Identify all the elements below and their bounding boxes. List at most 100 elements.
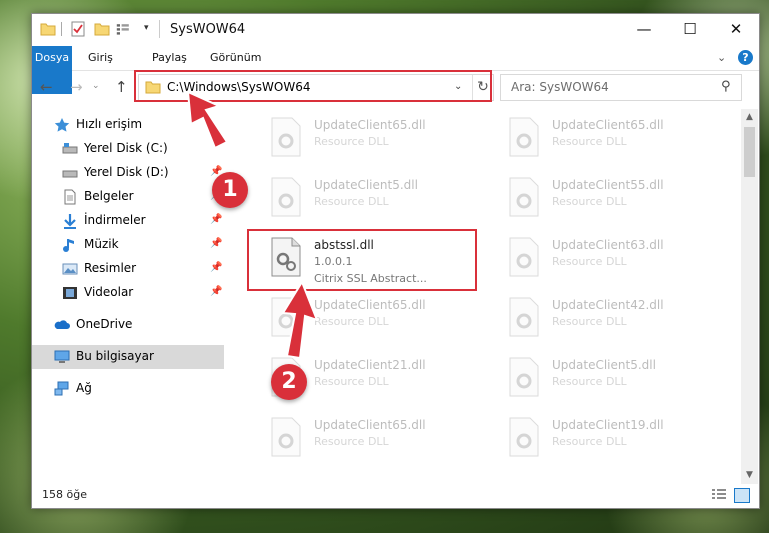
sidebar-item-label: Ağ [76,381,92,395]
minimize-button[interactable]: — [621,14,667,44]
tab-home[interactable]: Giriş [78,46,123,70]
properties-check-icon[interactable] [70,21,86,37]
sidebar-item-local-disk-d[interactable]: Yerel Disk (D:) 📌 [32,161,224,185]
sidebar-item-this-pc[interactable]: Bu bilgisayar [32,345,224,369]
file-description: Resource DLL [314,435,389,448]
large-icons-view-icon[interactable] [734,488,750,503]
search-box[interactable]: Ara: SysWOW64 ⚲ [500,74,742,101]
quick-access-dropdown-icon[interactable]: ▾ [144,23,149,33]
list-item[interactable]: UpdateClient5.dll Resource DLL [248,173,468,221]
dll-file-icon [509,417,539,457]
file-description: Resource DLL [314,135,389,148]
scroll-up-icon[interactable]: ▲ [741,109,758,126]
search-input[interactable]: Ara: SysWOW64 [511,80,609,94]
list-item[interactable]: UpdateClient55.dll Resource DLL [486,173,706,221]
file-description: Resource DLL [552,195,627,208]
dll-file-icon [271,117,301,157]
tab-share[interactable]: Paylaş [142,46,197,70]
sidebar-item-downloads[interactable]: İndirmeler 📌 [32,209,224,233]
file-name: UpdateClient65.dll [552,118,664,132]
sidebar-item-label: Bu bilgisayar [76,349,154,363]
details-view-icon[interactable] [712,489,726,501]
sidebar-item-label: Yerel Disk (C:) [84,141,168,155]
list-item[interactable]: UpdateClient42.dll Resource DLL [486,293,706,341]
videos-icon [63,287,77,299]
forward-arrow-icon[interactable]: → [70,78,83,96]
file-description: Resource DLL [552,315,627,328]
sidebar-item-label: İndirmeler [84,213,146,227]
pin-icon[interactable]: 📌 [210,214,222,225]
close-button[interactable]: ✕ [713,14,759,44]
sidebar-item-label: OneDrive [76,317,133,331]
download-icon [64,214,76,229]
new-folder-icon[interactable] [94,21,110,37]
sidebar-item-pictures[interactable]: Resimler 📌 [32,257,224,281]
dll-file-icon [509,357,539,397]
dll-file-icon [271,417,301,457]
scroll-thumb[interactable] [744,127,755,177]
music-icon [63,239,74,252]
folder-icon[interactable] [40,21,56,37]
file-name: UpdateClient21.dll [314,358,426,372]
sidebar-item-label: Müzik [84,237,119,251]
list-item[interactable]: UpdateClient65.dll Resource DLL [248,293,468,341]
star-icon [54,118,70,132]
list-item[interactable]: UpdateClient65.dll Resource DLL [248,113,468,161]
file-name: UpdateClient42.dll [552,298,664,312]
file-description: Resource DLL [552,135,627,148]
tab-view[interactable]: Görünüm [200,46,271,70]
address-bar-highlight [134,70,492,102]
sidebar-item-label: Hızlı erişim [76,117,143,131]
sidebar-item-label: Resimler [84,261,137,275]
toolbar-separator [61,22,62,36]
dll-file-icon [271,297,301,337]
documents-icon [64,189,76,205]
sidebar-item-label: Belgeler [84,189,134,203]
ribbon-tabs: Dosya Giriş Paylaş Görünüm ⌄ ? [32,46,759,94]
sidebar-item-label: Yerel Disk (D:) [84,165,169,179]
sidebar-item-documents[interactable]: Belgeler 📌 [32,185,224,209]
list-item[interactable]: UpdateClient5.dll Resource DLL [486,353,706,401]
sidebar-item-local-disk-c[interactable]: Yerel Disk (C:) [32,137,224,161]
navigation-pane: Hızlı erişim Yerel Disk (C:) Yerel Disk … [32,109,226,484]
list-item[interactable]: UpdateClient19.dll Resource DLL [486,413,706,461]
file-name: UpdateClient65.dll [314,298,426,312]
network-icon [54,381,69,396]
pin-icon[interactable]: 📌 [210,286,222,297]
step-1-badge: 1 [212,172,248,208]
item-count: 158 öğe [42,488,87,501]
file-name: UpdateClient5.dll [552,358,656,372]
pin-icon[interactable]: 📌 [210,238,222,249]
pictures-icon [62,263,78,275]
back-arrow-icon[interactable]: ← [40,78,53,96]
onedrive-icon [54,320,70,329]
pin-icon[interactable]: 📌 [210,262,222,273]
file-name: UpdateClient5.dll [314,178,418,192]
search-icon[interactable]: ⚲ [721,79,731,94]
sidebar-item-network[interactable]: Ağ [32,377,224,401]
window-title: SysWOW64 [170,22,246,37]
sidebar-item-music[interactable]: Müzik 📌 [32,233,224,257]
up-arrow-icon[interactable]: ↑ [115,78,128,96]
title-separator [159,20,160,38]
list-item[interactable]: UpdateClient65.dll Resource DLL [248,413,468,461]
sidebar-item-videos[interactable]: Videolar 📌 [32,281,224,305]
sidebar-item-onedrive[interactable]: OneDrive [32,313,224,337]
maximize-button[interactable]: ☐ [667,14,713,44]
vertical-scrollbar[interactable]: ▲ ▼ [741,109,758,484]
recent-locations-icon[interactable]: ⌄ [92,81,100,91]
list-item[interactable]: UpdateClient63.dll Resource DLL [486,233,706,281]
scroll-down-icon[interactable]: ▼ [741,467,758,484]
dll-file-icon [509,297,539,337]
title-bar: ▾ SysWOW64 — ☐ ✕ [32,14,759,46]
customize-icon[interactable] [116,21,132,37]
file-name: UpdateClient63.dll [552,238,664,252]
sidebar-item-quick-access[interactable]: Hızlı erişim [32,113,224,137]
drive-icon [62,170,78,178]
step-2-badge: 2 [271,364,307,400]
help-icon[interactable]: ? [738,50,753,65]
ribbon-expand-icon[interactable]: ⌄ [717,51,726,64]
list-item[interactable]: UpdateClient65.dll Resource DLL [486,113,706,161]
dll-file-icon [509,177,539,217]
file-name: UpdateClient19.dll [552,418,664,432]
